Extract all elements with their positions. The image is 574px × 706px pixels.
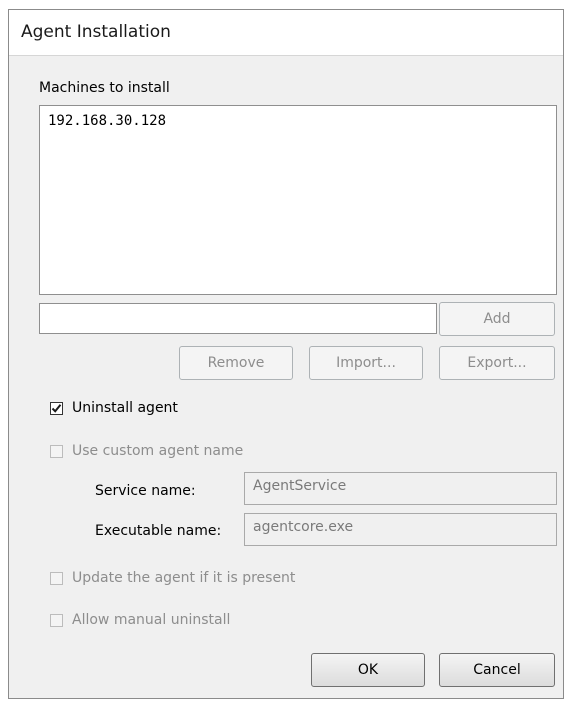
cancel-button[interactable]: Cancel	[439, 653, 555, 687]
uninstall-agent-label: Uninstall agent	[72, 400, 178, 416]
dialog-title: Agent Installation	[21, 22, 171, 42]
executable-name-input[interactable]: agentcore.exe	[244, 513, 557, 546]
allow-manual-uninstall-label: Allow manual uninstall	[72, 612, 231, 628]
use-custom-agent-name-checkbox[interactable]	[50, 445, 63, 458]
service-name-input[interactable]: AgentService	[244, 472, 557, 505]
list-item[interactable]: 192.168.30.128	[48, 112, 548, 130]
remove-button[interactable]: Remove	[179, 346, 293, 380]
use-custom-agent-name-label: Use custom agent name	[72, 443, 244, 459]
allow-manual-uninstall-checkbox[interactable]	[50, 614, 63, 627]
agent-installation-dialog: Agent Installation Machines to install 1…	[8, 9, 564, 699]
title-bar[interactable]: Agent Installation	[9, 10, 563, 56]
add-button[interactable]: Add	[439, 302, 555, 336]
uninstall-agent-checkbox[interactable]	[50, 402, 63, 415]
checkmark-icon	[51, 404, 62, 413]
ok-button[interactable]: OK	[311, 653, 425, 687]
export-button[interactable]: Export...	[439, 346, 555, 380]
machines-label: Machines to install	[39, 80, 170, 96]
machine-entry-input[interactable]	[39, 303, 437, 334]
service-name-label: Service name:	[95, 483, 196, 499]
executable-name-label: Executable name:	[95, 523, 222, 539]
update-agent-label: Update the agent if it is present	[72, 570, 296, 586]
machines-list[interactable]: 192.168.30.128	[39, 105, 557, 295]
update-agent-checkbox[interactable]	[50, 572, 63, 585]
import-button[interactable]: Import...	[309, 346, 423, 380]
